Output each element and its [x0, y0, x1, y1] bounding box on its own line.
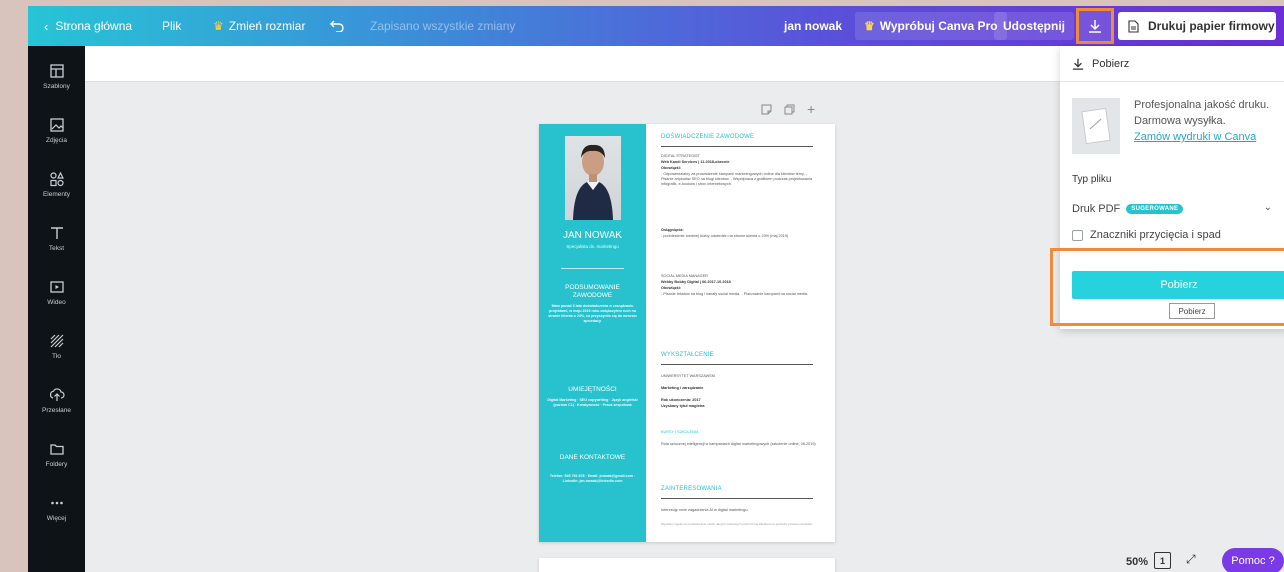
- crown-icon: ♛: [864, 19, 875, 33]
- resume-name: JAN NOWAK: [562, 230, 623, 241]
- crop-marks-checkbox[interactable]: [1072, 229, 1083, 241]
- more-icon: [50, 501, 63, 504]
- courses-text: Rola sztucznej inteligencji w kampaniach…: [661, 442, 816, 446]
- order-prints-link[interactable]: Zamów wydruki w Canva: [1134, 129, 1284, 145]
- sidebar-item-elements[interactable]: Elementy: [28, 158, 85, 210]
- print-thumbnail: [1072, 98, 1120, 154]
- text-icon: [50, 226, 63, 239]
- suggested-badge: SUGEROWANE: [1126, 204, 1184, 214]
- left-sidebar: Szablony Zdjęcia Elementy Tekst Wideo Tł…: [28, 46, 85, 572]
- edu-year: Rok ukończenia: 2017: [661, 398, 701, 402]
- sidebar-item-templates[interactable]: Szablony: [28, 50, 85, 102]
- canva-editor: ‹ Strona główna Plik ♛ Zmień rozmiar Zap…: [28, 6, 1284, 572]
- resume-sidebar: JAN NOWAK Specjalista ds. marketingu POD…: [539, 124, 646, 542]
- job1-achievements: - podniesienie średniej liczby odwiedzin…: [661, 234, 789, 238]
- sidebar-item-folders[interactable]: Foldery: [28, 428, 85, 480]
- job2-company: Webby Bobby Digital | 06.2017-10.2018: [661, 280, 731, 284]
- sidebar-item-background[interactable]: Tło: [28, 320, 85, 372]
- download-icon: [1089, 20, 1101, 33]
- folder-icon: [49, 443, 64, 455]
- elements-icon: [49, 171, 64, 186]
- crown-icon: ♛: [213, 19, 224, 33]
- resize-button[interactable]: ♛ Zmień rozmiar: [213, 6, 305, 46]
- resume-page[interactable]: JAN NOWAK Specjalista ds. marketingu POD…: [539, 124, 835, 542]
- sidebar-item-photos[interactable]: Zdjęcia: [28, 104, 85, 156]
- divider: [661, 146, 813, 147]
- home-link[interactable]: ‹ Strona główna: [44, 6, 132, 46]
- print-button[interactable]: Drukuj papier firmowy: [1118, 12, 1276, 40]
- profile-photo[interactable]: [565, 136, 621, 220]
- crop-marks-option[interactable]: Znaczniki przycięcia i spad: [1072, 229, 1221, 241]
- templates-icon: [49, 63, 64, 78]
- interests-heading: ZAINTERESOWANIA: [661, 486, 722, 492]
- download-button[interactable]: [1076, 8, 1114, 44]
- duplicate-icon[interactable]: [784, 104, 795, 118]
- file-type-select[interactable]: Druk PDF SUGEROWANE ⌄: [1072, 196, 1284, 222]
- edu-school: UNIWERSYTET WARSZAWSKI: [661, 374, 716, 378]
- courses-heading: KURSY I SZKOLENIA: [661, 430, 699, 434]
- job2-duties-label: Obowiązki:: [661, 286, 682, 290]
- zoom-level[interactable]: 50%: [1126, 556, 1148, 568]
- edu-degree: Uzyskany tytuł magistra: [661, 404, 705, 408]
- page-tools: +: [761, 102, 815, 118]
- summary-text: Mam ponad 3 lata doświadczenia w zarządz…: [548, 304, 637, 323]
- contact-text: Telefon: 545 792 878 · Email: jnowak@gma…: [549, 474, 636, 483]
- divider: [661, 498, 813, 499]
- file-type-label: Typ pliku: [1072, 174, 1112, 185]
- next-page[interactable]: [539, 558, 835, 572]
- summary-heading: PODSUMOWANIE ZAWODOWE: [565, 284, 620, 299]
- sidebar-item-uploads[interactable]: Przesłane: [28, 374, 85, 426]
- divider: [561, 268, 624, 269]
- photos-icon: [49, 117, 64, 132]
- job1-achievements-label: Osiągnięcia:: [661, 228, 684, 232]
- divider: [661, 364, 813, 365]
- download-icon: [1072, 58, 1084, 70]
- page-count-icon[interactable]: 1: [1154, 552, 1171, 569]
- chevron-left-icon: ‹: [44, 18, 49, 34]
- sidebar-item-video[interactable]: Wideo: [28, 266, 85, 318]
- job1-title: DIGITAL STRATEGIST: [661, 154, 700, 158]
- sidebar-item-text[interactable]: Tekst: [28, 212, 85, 264]
- add-page-icon[interactable]: +: [807, 102, 815, 118]
- download-panel-header: Pobierz ✕: [1060, 46, 1284, 82]
- resume-subtitle: Specjalista ds. marketingu: [566, 244, 619, 249]
- try-pro-button[interactable]: ♛ Wypróbuj Canva Pro: [855, 12, 1007, 40]
- job1-duties: - Odpowiedzialny za prowadzenie kampanii…: [661, 172, 813, 186]
- skills-text: Digital Marketing · SEO copywriting · Ję…: [547, 398, 638, 407]
- background-icon: [50, 334, 63, 347]
- upload-icon: [49, 387, 65, 401]
- fullscreen-icon[interactable]: ⤢: [1186, 552, 1196, 567]
- print-promo: Profesjonalna jakość druku. Darmowa wysy…: [1134, 97, 1284, 145]
- consent-note: Wyrażam zgodę na przetwarzanie moich dan…: [661, 522, 813, 526]
- note-icon[interactable]: [761, 104, 772, 118]
- job1-company: Web Kandi Services | 11.2018-obecnie: [661, 160, 730, 164]
- interests-text: Interesuję mnie zagadnienia AI w digital…: [661, 508, 749, 512]
- chevron-down-icon: ⌄: [1263, 202, 1272, 213]
- job2-title: SOCIAL MEDIA MANAGER: [661, 274, 708, 278]
- undo-icon[interactable]: [330, 6, 344, 46]
- help-button[interactable]: Pomoc ?: [1222, 548, 1284, 572]
- save-status: Zapisano wszystkie zmiany: [370, 19, 516, 33]
- highlight-frame: [1050, 248, 1284, 326]
- download-tooltip: Pobierz: [1169, 303, 1215, 319]
- document-icon: [1128, 19, 1139, 33]
- education-heading: WYKSZTAŁCENIE: [661, 352, 714, 358]
- sidebar-item-more[interactable]: Więcej: [28, 482, 85, 534]
- file-menu[interactable]: Plik: [162, 6, 181, 46]
- video-icon: [49, 280, 64, 293]
- contact-heading: DANE KONTAKTOWE: [559, 454, 626, 461]
- job1-duties-label: Obowiązki:: [661, 166, 682, 170]
- user-name[interactable]: jan nowak: [784, 6, 842, 46]
- experience-heading: DOŚWIADCZENIE ZAWODOWE: [661, 134, 755, 140]
- edu-field: Marketing i zarządzanie: [661, 386, 704, 390]
- share-button[interactable]: Udostępnij: [994, 12, 1074, 40]
- top-bar: ‹ Strona główna Plik ♛ Zmień rozmiar Zap…: [28, 6, 1284, 46]
- skills-heading: UMIEJĘTNOŚCI: [568, 386, 617, 393]
- resume-main: DOŚWIADCZENIE ZAWODOWE DIGITAL STRATEGIS…: [653, 124, 829, 542]
- job2-duties: - Pisanie tekstów na blog i kanały socia…: [661, 292, 809, 296]
